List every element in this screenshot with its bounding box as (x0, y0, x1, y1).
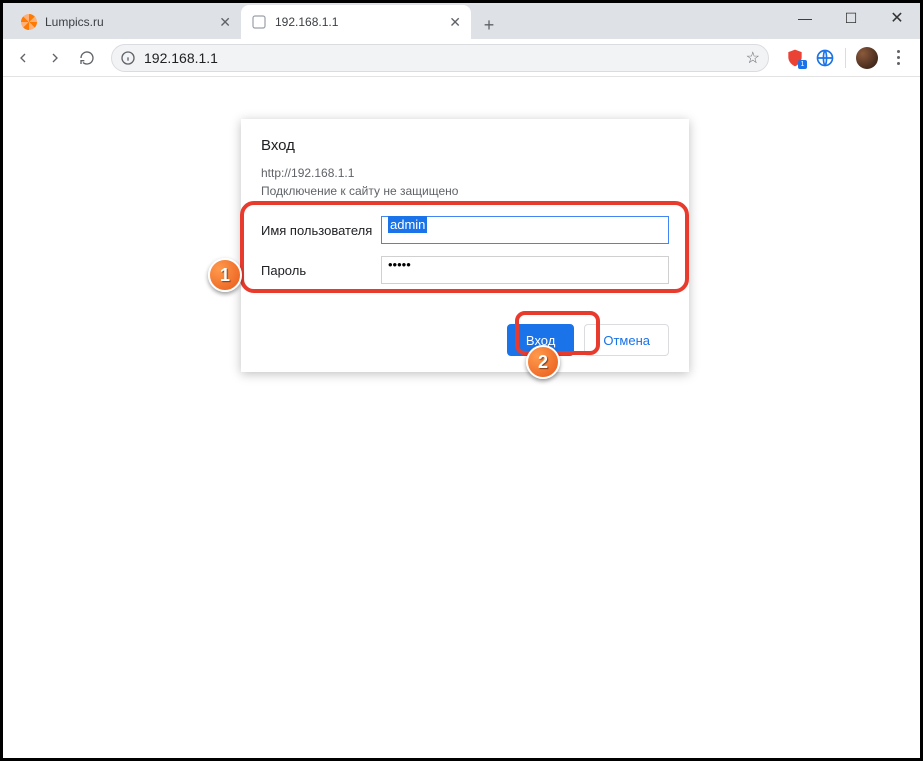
dialog-subtitle: http://192.168.1.1 Подключение к сайту н… (261, 164, 669, 200)
http-auth-dialog: Вход http://192.168.1.1 Подключение к са… (241, 119, 689, 372)
profile-avatar[interactable] (856, 47, 878, 69)
dialog-origin: http://192.168.1.1 (261, 164, 669, 182)
tab-lumpics[interactable]: Lumpics.ru ✕ (11, 5, 241, 39)
blank-favicon-icon (251, 14, 267, 30)
tab-label: 192.168.1.1 (275, 15, 443, 29)
site-info-icon[interactable] (120, 50, 136, 66)
window-close-button[interactable]: ✕ (874, 3, 920, 33)
login-button[interactable]: Вход (507, 324, 574, 356)
toolbar-divider (845, 48, 846, 68)
password-input[interactable]: ••••• (381, 256, 669, 284)
username-input[interactable]: admin (381, 216, 669, 244)
tab-close-icon[interactable]: ✕ (449, 14, 461, 31)
address-bar[interactable]: 192.168.1.1 ☆ (111, 44, 769, 72)
tab-close-icon[interactable]: ✕ (219, 14, 231, 31)
tab-router[interactable]: 192.168.1.1 ✕ (241, 5, 471, 39)
lumpics-favicon-icon (21, 14, 37, 30)
password-value: ••••• (388, 257, 411, 272)
tab-label: Lumpics.ru (45, 15, 213, 29)
annotation-step-badge-1: 1 (208, 258, 242, 292)
extension-badge: 1 (798, 60, 807, 69)
url-text: 192.168.1.1 (144, 50, 746, 66)
browser-toolbar: 192.168.1.1 ☆ 1 (3, 39, 920, 77)
window-minimize-button[interactable]: — (782, 3, 828, 33)
password-label: Пароль (261, 263, 381, 278)
extension-shield-icon[interactable]: 1 (785, 48, 805, 68)
reload-button[interactable] (73, 44, 101, 72)
username-label: Имя пользователя (261, 223, 381, 238)
browser-menu-button[interactable] (888, 50, 908, 65)
bookmark-star-icon[interactable]: ☆ (746, 48, 760, 68)
username-value: admin (388, 216, 427, 233)
window-maximize-button[interactable]: ☐ (828, 3, 874, 33)
forward-button[interactable] (41, 44, 69, 72)
cancel-button[interactable]: Отмена (584, 324, 669, 356)
dialog-warning: Подключение к сайту не защищено (261, 182, 669, 200)
extension-globe-icon[interactable] (815, 48, 835, 68)
back-button[interactable] (9, 44, 37, 72)
new-tab-button[interactable]: + (475, 11, 503, 39)
dialog-title: Вход (261, 137, 669, 154)
